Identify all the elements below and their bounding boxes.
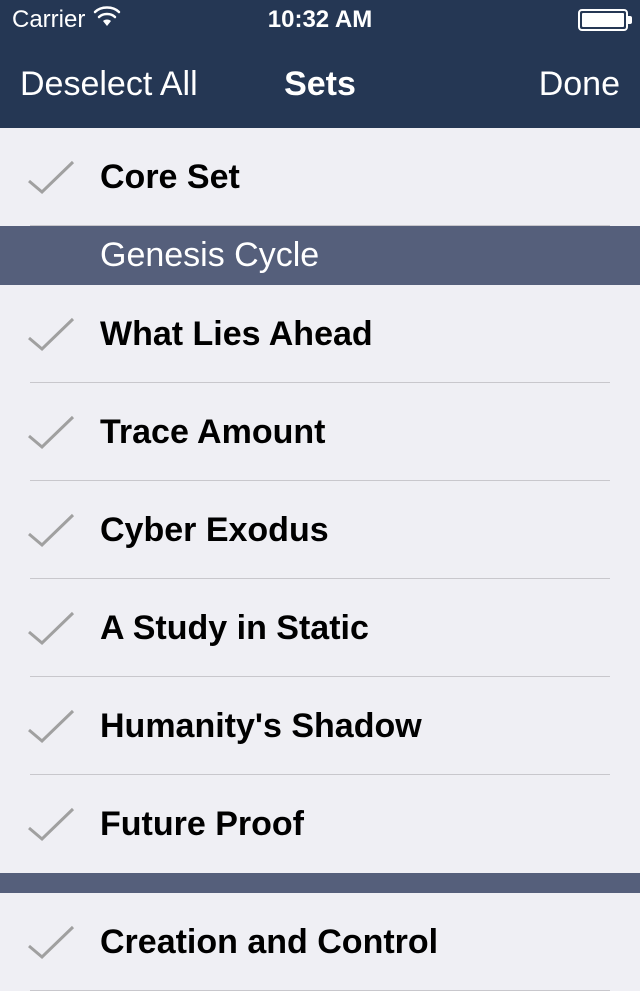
check-icon bbox=[24, 804, 78, 844]
status-right bbox=[578, 9, 628, 31]
section-header: Genesis Cycle bbox=[0, 226, 640, 285]
check-icon bbox=[24, 922, 78, 962]
set-row[interactable]: What Lies Ahead bbox=[0, 285, 640, 383]
check-icon bbox=[24, 412, 78, 452]
set-label: A Study in Static bbox=[100, 609, 369, 648]
status-time: 10:32 AM bbox=[268, 6, 372, 34]
set-label: Future Proof bbox=[100, 805, 304, 844]
set-row[interactable]: Cyber Exodus bbox=[0, 481, 640, 579]
set-label: What Lies Ahead bbox=[100, 315, 373, 354]
set-row[interactable]: Core Set bbox=[0, 128, 640, 226]
set-row[interactable]: A Study in Static bbox=[0, 579, 640, 677]
set-label: Core Set bbox=[100, 158, 240, 197]
set-label: Creation and Control bbox=[100, 923, 438, 962]
section-header-label: Genesis Cycle bbox=[100, 236, 319, 275]
set-row[interactable]: Humanity's Shadow bbox=[0, 677, 640, 775]
wifi-icon bbox=[93, 6, 121, 35]
battery-icon bbox=[578, 9, 628, 31]
check-icon bbox=[24, 314, 78, 354]
set-label: Trace Amount bbox=[100, 413, 325, 452]
sets-list: Core Set Genesis Cycle What Lies Ahead T… bbox=[0, 128, 640, 991]
nav-bar: Deselect All Sets Done bbox=[0, 40, 640, 128]
set-row[interactable]: Trace Amount bbox=[0, 383, 640, 481]
nav-title: Sets bbox=[284, 65, 356, 104]
set-label: Cyber Exodus bbox=[100, 511, 329, 550]
status-left: Carrier bbox=[12, 6, 121, 35]
check-icon bbox=[24, 510, 78, 550]
set-label: Humanity's Shadow bbox=[100, 707, 422, 746]
done-button[interactable]: Done bbox=[539, 65, 620, 104]
deselect-all-button[interactable]: Deselect All bbox=[20, 65, 198, 104]
check-icon bbox=[24, 706, 78, 746]
status-bar: Carrier 10:32 AM bbox=[0, 0, 640, 40]
carrier-label: Carrier bbox=[12, 6, 85, 34]
set-row[interactable]: Future Proof bbox=[0, 775, 640, 873]
section-header bbox=[0, 873, 640, 893]
check-icon bbox=[24, 157, 78, 197]
set-row[interactable]: Creation and Control bbox=[0, 893, 640, 991]
check-icon bbox=[24, 608, 78, 648]
